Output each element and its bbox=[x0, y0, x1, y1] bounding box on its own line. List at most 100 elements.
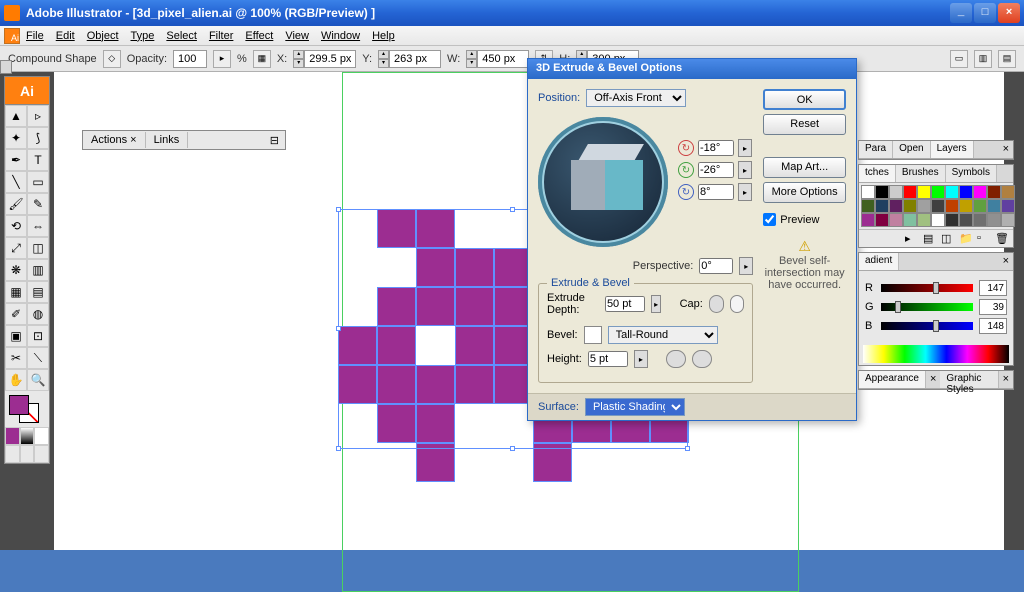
handle-br[interactable] bbox=[685, 446, 690, 451]
screen-mode-normal[interactable] bbox=[5, 445, 20, 463]
menu-edit[interactable]: Edit bbox=[50, 28, 81, 44]
handle-bc[interactable] bbox=[510, 446, 515, 451]
b-slider[interactable] bbox=[881, 322, 973, 330]
color-mode-icon[interactable] bbox=[5, 427, 20, 445]
swatch-color[interactable] bbox=[875, 199, 889, 213]
swatch-color[interactable] bbox=[917, 185, 931, 199]
menu-view[interactable]: View bbox=[279, 28, 315, 44]
eyedropper-tool[interactable]: ✐ bbox=[5, 303, 27, 325]
lasso-tool[interactable]: ⟆ bbox=[27, 127, 49, 149]
appearance-close[interactable]: × bbox=[926, 371, 940, 388]
graph-tool[interactable]: ▥ bbox=[27, 259, 49, 281]
b-value[interactable] bbox=[979, 318, 1007, 334]
paragraph-tab[interactable]: Para bbox=[859, 141, 893, 158]
scissors-tool[interactable]: ⟍ bbox=[27, 347, 49, 369]
swatch-options-icon[interactable]: ◫ bbox=[941, 232, 957, 246]
perspective-input[interactable] bbox=[699, 258, 733, 274]
fill-stroke-swatch[interactable] bbox=[5, 391, 49, 427]
crop-tool[interactable]: ⊡ bbox=[27, 325, 49, 347]
swatches-tab[interactable]: tches bbox=[859, 165, 896, 182]
layers-panel[interactable]: ParaOpenLayers× bbox=[858, 140, 1014, 160]
bevel-height-input[interactable] bbox=[588, 351, 628, 367]
pen-tool[interactable]: ✒ bbox=[5, 149, 27, 171]
y-down[interactable]: ▾ bbox=[378, 59, 389, 68]
swatch-color[interactable] bbox=[945, 185, 959, 199]
color-panel[interactable]: adient× R G B bbox=[858, 252, 1014, 366]
menu-help[interactable]: Help bbox=[366, 28, 401, 44]
swatch-color[interactable] bbox=[861, 213, 875, 227]
swatch-color[interactable] bbox=[959, 213, 973, 227]
layers-tab[interactable]: Layers bbox=[931, 141, 974, 158]
magic-wand-tool[interactable]: ✦ bbox=[5, 127, 27, 149]
swatch-color[interactable] bbox=[931, 213, 945, 227]
r-slider[interactable] bbox=[881, 284, 973, 292]
bevel-select[interactable]: Tall-Round bbox=[608, 326, 718, 344]
swatches-panel[interactable]: tchesBrushesSymbols ▸ ▤ ◫ 📁 ▫ 🗑 bbox=[858, 164, 1014, 248]
cap-on-button[interactable] bbox=[709, 295, 724, 313]
swatch-color[interactable] bbox=[1001, 185, 1015, 199]
panel-close-icon[interactable]: ⊟ bbox=[264, 132, 285, 149]
brushes-tab[interactable]: Brushes bbox=[896, 165, 946, 182]
menu-window[interactable]: Window bbox=[315, 28, 366, 44]
rotate-y-step[interactable]: ▸ bbox=[738, 161, 752, 179]
bevel-height-step[interactable]: ▸ bbox=[634, 350, 648, 368]
appearance-tab[interactable]: Appearance bbox=[859, 371, 926, 388]
swatch-color[interactable] bbox=[987, 185, 1001, 199]
handle-ml[interactable] bbox=[336, 326, 341, 331]
w-down[interactable]: ▾ bbox=[466, 59, 477, 68]
layers-panel-close[interactable]: × bbox=[999, 141, 1013, 158]
line-tool[interactable]: ╲ bbox=[5, 171, 27, 193]
panel-opt-2[interactable]: ▥ bbox=[974, 50, 992, 68]
collapse-handle-left[interactable] bbox=[0, 60, 12, 74]
graphic-styles-tab[interactable]: Graphic Styles bbox=[940, 371, 998, 388]
live-paint-tool[interactable]: ▣ bbox=[5, 325, 27, 347]
swatch-color[interactable] bbox=[861, 185, 875, 199]
swatch-color[interactable] bbox=[903, 199, 917, 213]
rotate-y-input[interactable] bbox=[698, 162, 734, 178]
swatch-libraries-icon[interactable]: ▸ bbox=[905, 232, 921, 246]
gradient-tab[interactable]: adient bbox=[859, 253, 899, 270]
symbol-sprayer-tool[interactable]: ❋ bbox=[5, 259, 27, 281]
menu-effect[interactable]: Effect bbox=[239, 28, 279, 44]
menu-object[interactable]: Object bbox=[81, 28, 125, 44]
swatch-color[interactable] bbox=[973, 199, 987, 213]
swatch-color[interactable] bbox=[875, 213, 889, 227]
none-mode-icon[interactable] bbox=[34, 427, 49, 445]
rectangle-tool[interactable]: ▭ bbox=[27, 171, 49, 193]
swatch-color[interactable] bbox=[861, 199, 875, 213]
swatch-color[interactable] bbox=[875, 185, 889, 199]
maximize-button[interactable]: □ bbox=[974, 3, 996, 23]
x-down[interactable]: ▾ bbox=[293, 59, 304, 68]
zoom-tool[interactable]: 🔍 bbox=[27, 369, 49, 391]
swatch-color[interactable] bbox=[973, 185, 987, 199]
close-button[interactable]: × bbox=[998, 3, 1020, 23]
links-tab[interactable]: Links bbox=[146, 132, 189, 148]
menu-type[interactable]: Type bbox=[125, 28, 161, 44]
swatch-color[interactable] bbox=[959, 185, 973, 199]
extrude-depth-input[interactable] bbox=[605, 296, 645, 312]
hand-tool[interactable]: ✋ bbox=[5, 369, 27, 391]
handle-tc[interactable] bbox=[510, 207, 515, 212]
preview-checkbox-row[interactable]: Preview bbox=[763, 213, 846, 226]
opacity-dropdown[interactable]: ▸ bbox=[213, 50, 231, 68]
swatch-color[interactable] bbox=[987, 213, 1001, 227]
swatch-color[interactable] bbox=[903, 213, 917, 227]
w-up[interactable]: ▴ bbox=[466, 50, 477, 59]
dialog-title[interactable]: 3D Extrude & Bevel Options bbox=[528, 59, 856, 79]
swatch-color[interactable] bbox=[889, 213, 903, 227]
rotate-x-step[interactable]: ▸ bbox=[738, 139, 752, 157]
registration-point-icon[interactable]: ▦ bbox=[253, 50, 271, 68]
gradient-mode-icon[interactable] bbox=[20, 427, 35, 445]
color-panel-close[interactable]: × bbox=[999, 253, 1013, 270]
selection-tool[interactable]: ▲ bbox=[5, 105, 27, 127]
swatch-color[interactable] bbox=[987, 199, 1001, 213]
swatch-color[interactable] bbox=[903, 185, 917, 199]
map-art-button[interactable]: Map Art... bbox=[763, 157, 846, 178]
perspective-step[interactable]: ▸ bbox=[739, 257, 753, 275]
swatch-color[interactable] bbox=[889, 199, 903, 213]
blend-tool[interactable]: ◍ bbox=[27, 303, 49, 325]
panel-opt-1[interactable]: ▭ bbox=[950, 50, 968, 68]
rotate-x-input[interactable] bbox=[698, 140, 734, 156]
panel-opt-3[interactable]: ▤ bbox=[998, 50, 1016, 68]
ok-button[interactable]: OK bbox=[763, 89, 846, 110]
